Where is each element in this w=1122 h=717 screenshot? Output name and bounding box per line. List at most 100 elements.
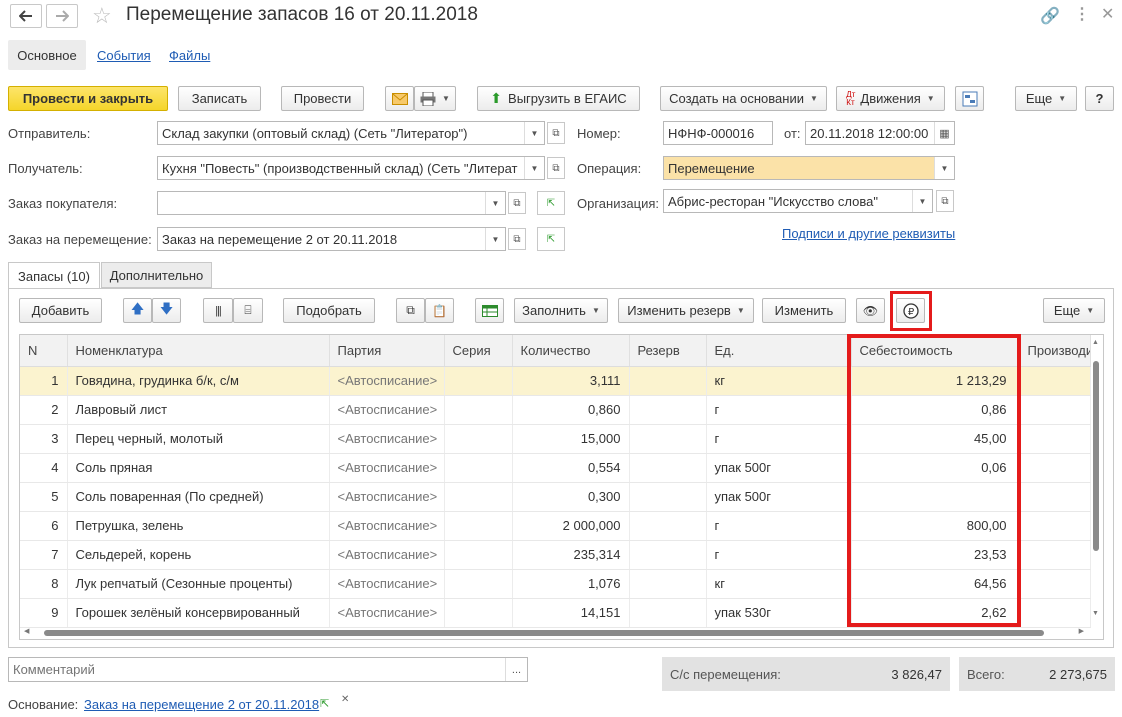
column-header[interactable]: Партия <box>329 335 445 367</box>
quantity-cell[interactable]: 0,300 <box>512 482 630 512</box>
producer-cell[interactable] <box>1019 598 1091 628</box>
reserve-cell[interactable] <box>629 598 707 628</box>
receiver-open-icon[interactable]: ⧉ <box>547 157 565 179</box>
customer-order-fill-icon[interactable]: ⇱ <box>537 191 565 215</box>
row-number[interactable]: 3 <box>20 424 68 454</box>
chevron-down-icon[interactable]: ▼ <box>524 122 544 144</box>
column-header[interactable]: Количество <box>512 335 630 367</box>
transfer-order-open-icon[interactable]: ⧉ <box>508 228 526 250</box>
signatures-link[interactable]: Подписи и другие реквизиты <box>782 226 955 241</box>
pick-button[interactable]: Подобрать <box>283 298 375 323</box>
batch-cell[interactable]: <Автосписание> <box>329 366 445 396</box>
scroll-right-icon[interactable]: ▶ <box>1079 627 1084 635</box>
nomenclature-cell[interactable]: Горошек зелёный консервированный <box>67 598 330 628</box>
nomenclature-cell[interactable]: Сельдерей, корень <box>67 540 330 570</box>
tab-files[interactable]: Файлы <box>169 48 210 63</box>
show-button[interactable]: 👁 <box>856 298 885 323</box>
date-field[interactable]: 20.11.2018 12:00:00 ▦ <box>805 121 955 145</box>
hscroll-thumb[interactable] <box>44 630 1044 636</box>
series-cell[interactable] <box>444 569 513 599</box>
post-button[interactable]: Провести <box>281 86 364 111</box>
column-header[interactable]: Номенклатура <box>67 335 330 367</box>
customer-order-field[interactable]: ▼ <box>157 191 506 215</box>
sender-open-icon[interactable]: ⧉ <box>547 122 565 144</box>
post-and-close-button[interactable]: Провести и закрыть <box>8 86 168 111</box>
move-up-button[interactable]: 🡅 <box>123 298 152 323</box>
create-based-button[interactable]: Создать на основании ▼ <box>660 86 827 111</box>
chevron-down-icon[interactable]: ▼ <box>524 157 544 179</box>
print-button[interactable]: ▼ <box>414 86 456 111</box>
scroll-left-icon[interactable]: ◀ <box>24 627 29 635</box>
basis-clear-icon[interactable]: ✕ <box>341 694 349 705</box>
scroll-up-icon[interactable]: ▲ <box>1092 339 1099 346</box>
tab-additional[interactable]: Дополнительно <box>101 262 212 288</box>
copy-button[interactable]: ⧉ <box>396 298 425 323</box>
paste-button[interactable]: 📋 <box>425 298 454 323</box>
unit-cell[interactable]: г <box>706 540 852 570</box>
email-button[interactable] <box>385 86 414 111</box>
add-button[interactable]: Добавить <box>19 298 102 323</box>
chevron-down-icon[interactable]: ▼ <box>485 192 505 214</box>
write-button[interactable]: Записать <box>178 86 261 111</box>
quantity-cell[interactable]: 235,314 <box>512 540 630 570</box>
chevron-down-icon[interactable]: ▼ <box>485 228 505 250</box>
nomenclature-cell[interactable]: Соль поваренная (По средней) <box>67 482 330 512</box>
row-number[interactable]: 5 <box>20 482 68 512</box>
link-icon[interactable]: 🔗 <box>1040 6 1060 26</box>
nomenclature-cell[interactable]: Лавровый лист <box>67 395 330 425</box>
unit-cell[interactable]: кг <box>706 569 852 599</box>
quantity-cell[interactable]: 0,860 <box>512 395 630 425</box>
row-number[interactable]: 6 <box>20 511 68 541</box>
number-field[interactable]: НФНФ-000016 <box>663 121 773 145</box>
quantity-cell[interactable]: 1,076 <box>512 569 630 599</box>
scroll-thumb[interactable] <box>1093 361 1099 551</box>
nomenclature-cell[interactable]: Говядина, грудинка б/к, с/м <box>67 366 330 396</box>
unit-cell[interactable]: упак 530г <box>706 598 852 628</box>
quantity-cell[interactable]: 2 000,000 <box>512 511 630 541</box>
producer-cell[interactable] <box>1019 482 1091 512</box>
column-header[interactable]: N <box>20 335 68 367</box>
help-button[interactable]: ? <box>1085 86 1114 111</box>
producer-cell[interactable] <box>1019 511 1091 541</box>
tab-main[interactable]: Основное <box>8 40 86 70</box>
row-number[interactable]: 8 <box>20 569 68 599</box>
column-header[interactable]: Резерв <box>629 335 707 367</box>
movements-button[interactable]: Дт Кт Движения ▼ <box>836 86 945 111</box>
forward-button[interactable] <box>46 4 78 28</box>
series-cell[interactable] <box>444 424 513 454</box>
change-reserve-button[interactable]: Изменить резерв ▼ <box>618 298 754 323</box>
unit-cell[interactable]: г <box>706 395 852 425</box>
barcode-button[interactable]: ||| <box>203 298 233 323</box>
series-cell[interactable] <box>444 598 513 628</box>
column-header[interactable]: Ед. <box>706 335 852 367</box>
batch-cell[interactable]: <Автосписание> <box>329 540 445 570</box>
nomenclature-cell[interactable]: Петрушка, зелень <box>67 511 330 541</box>
unit-cell[interactable]: г <box>706 424 852 454</box>
batch-cell[interactable]: <Автосписание> <box>329 511 445 541</box>
batch-cell[interactable]: <Автосписание> <box>329 569 445 599</box>
receiver-field[interactable]: Кухня "Повесть" (производственный склад)… <box>157 156 545 180</box>
operation-field[interactable]: Перемещение ▼ <box>663 156 955 180</box>
batch-cell[interactable]: <Автосписание> <box>329 598 445 628</box>
move-down-button[interactable]: 🡇 <box>152 298 181 323</box>
sender-field[interactable]: Склад закупки (оптовый склад) (Сеть "Лит… <box>157 121 545 145</box>
fill-button[interactable]: Заполнить ▼ <box>514 298 608 323</box>
basis-link[interactable]: Заказ на перемещение 2 от 20.11.2018 <box>84 697 319 712</box>
basis-open-icon[interactable]: ⇱ <box>320 697 329 710</box>
producer-cell[interactable] <box>1019 453 1091 483</box>
transfer-order-field[interactable]: Заказ на перемещение 2 от 20.11.2018 ▼ <box>157 227 506 251</box>
transfer-order-fill-icon[interactable]: ⇱ <box>537 227 565 251</box>
quantity-cell[interactable]: 0,554 <box>512 453 630 483</box>
series-cell[interactable] <box>444 395 513 425</box>
producer-cell[interactable] <box>1019 569 1091 599</box>
vertical-scrollbar[interactable]: ▲ ▼ <box>1091 339 1101 617</box>
reserve-cell[interactable] <box>629 453 707 483</box>
quantity-cell[interactable]: 3,111 <box>512 366 630 396</box>
nomenclature-cell[interactable]: Соль пряная <box>67 453 330 483</box>
producer-cell[interactable] <box>1019 424 1091 454</box>
series-cell[interactable] <box>444 366 513 396</box>
reserve-cell[interactable] <box>629 366 707 396</box>
unit-cell[interactable]: г <box>706 511 852 541</box>
back-button[interactable] <box>10 4 42 28</box>
scanner-button[interactable]: ⌸ <box>233 298 263 323</box>
